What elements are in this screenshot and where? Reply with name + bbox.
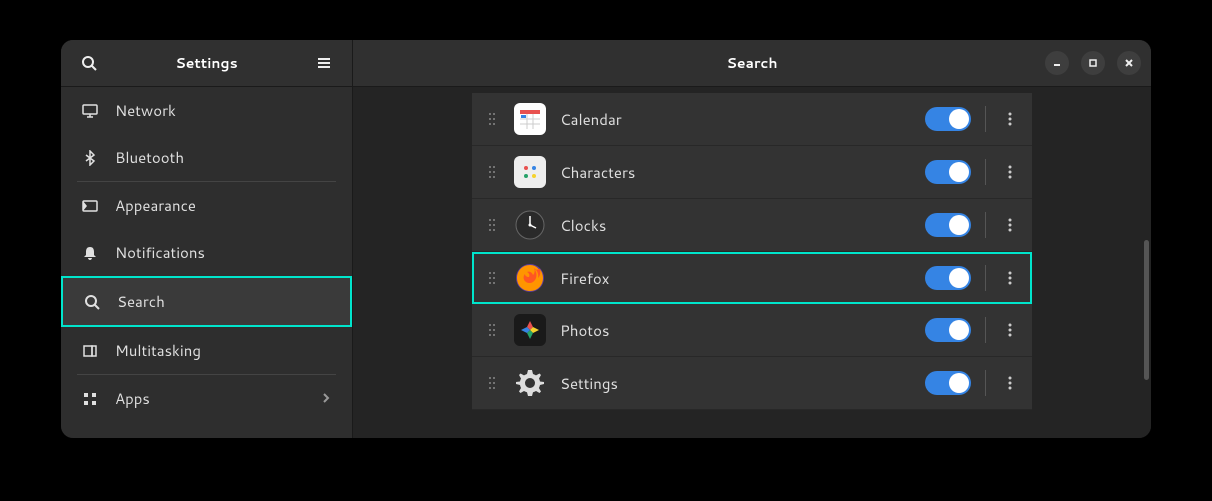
sidebar-item-label: Bluetooth [115, 147, 184, 168]
search-provider-row-settings: Settings [472, 357, 1032, 410]
kebab-icon [1008, 270, 1012, 286]
appearance-icon [81, 197, 99, 215]
drag-handle-icon[interactable] [484, 217, 500, 233]
kebab-icon [1008, 375, 1012, 391]
sidebar-item-label: Notifications [115, 242, 205, 263]
kebab-icon [1008, 164, 1012, 180]
photos-app-icon [514, 314, 546, 346]
toggle-switch[interactable] [925, 107, 971, 131]
calendar-app-icon [514, 103, 546, 135]
search-provider-row-characters: Characters [472, 146, 1032, 199]
kebab-icon [1008, 217, 1012, 233]
search-icon [81, 55, 97, 71]
kebab-icon [1008, 111, 1012, 127]
divider [985, 370, 986, 396]
drag-handle-icon[interactable] [484, 164, 500, 180]
sidebar-header: Settings [61, 40, 352, 87]
toggle-switch[interactable] [925, 213, 971, 237]
display-icon [81, 102, 99, 120]
more-options-button[interactable] [1000, 270, 1020, 286]
window-controls [1045, 51, 1141, 75]
minimize-icon [1052, 58, 1062, 68]
sidebar-item-label: Apps [115, 388, 150, 409]
maximize-button[interactable] [1081, 51, 1105, 75]
settings-app-icon [514, 367, 546, 399]
sidebar-item-apps[interactable]: Apps [61, 375, 352, 422]
divider [985, 212, 986, 238]
bluetooth-icon [81, 149, 99, 167]
scrollbar[interactable] [1144, 240, 1149, 380]
kebab-icon [1008, 322, 1012, 338]
multitask-icon [81, 342, 99, 360]
sidebar-list: Network Bluetooth Appearance [61, 87, 352, 438]
divider [985, 159, 986, 185]
drag-handle-icon[interactable] [484, 322, 500, 338]
search-icon [83, 293, 101, 311]
firefox-app-icon [514, 262, 546, 294]
close-button[interactable] [1117, 51, 1141, 75]
bell-icon [81, 244, 99, 262]
sidebar: Settings Network Bluetooth [61, 40, 353, 438]
toggle-switch[interactable] [925, 266, 971, 290]
hamburger-icon [316, 55, 332, 71]
search-providers-list: Calendar Characters [472, 93, 1032, 438]
more-options-button[interactable] [1000, 111, 1020, 127]
drag-handle-icon[interactable] [484, 111, 500, 127]
sidebar-item-network[interactable]: Network [61, 87, 352, 134]
minimize-button[interactable] [1045, 51, 1069, 75]
divider [985, 317, 986, 343]
toggle-switch[interactable] [925, 318, 971, 342]
app-label: Photos [560, 320, 911, 341]
toggle-switch[interactable] [925, 160, 971, 184]
sidebar-item-multitasking[interactable]: Multitasking [61, 327, 352, 374]
divider [985, 265, 986, 291]
sidebar-item-label: Appearance [115, 195, 196, 216]
main-header: Search [353, 40, 1151, 87]
sidebar-item-search[interactable]: Search [61, 276, 352, 327]
more-options-button[interactable] [1000, 322, 1020, 338]
sidebar-item-notifications[interactable]: Notifications [61, 229, 352, 276]
sidebar-item-label: Network [115, 100, 176, 121]
more-options-button[interactable] [1000, 375, 1020, 391]
close-icon [1124, 58, 1134, 68]
divider [985, 106, 986, 132]
search-provider-row-photos: Photos [472, 304, 1032, 357]
app-label: Characters [560, 162, 911, 183]
sidebar-item-label: Search [117, 291, 165, 312]
app-label: Clocks [560, 215, 911, 236]
sidebar-title: Settings [105, 53, 308, 73]
maximize-icon [1088, 58, 1098, 68]
main-panel: Search [353, 40, 1151, 438]
search-providers-container: Calendar Characters [353, 87, 1151, 438]
hamburger-menu-button[interactable] [308, 47, 340, 79]
more-options-button[interactable] [1000, 217, 1020, 233]
toggle-switch[interactable] [925, 371, 971, 395]
app-label: Firefox [560, 268, 911, 289]
chevron-right-icon [320, 388, 332, 409]
drag-handle-icon[interactable] [484, 270, 500, 286]
search-provider-row-firefox: Firefox [472, 252, 1032, 304]
sidebar-item-bluetooth[interactable]: Bluetooth [61, 134, 352, 181]
sidebar-search-button[interactable] [73, 47, 105, 79]
app-label: Settings [560, 373, 911, 394]
drag-handle-icon[interactable] [484, 375, 500, 391]
app-label: Calendar [560, 109, 911, 130]
apps-grid-icon [81, 390, 99, 408]
page-title: Search [726, 53, 777, 73]
characters-app-icon [514, 156, 546, 188]
sidebar-item-label: Multitasking [115, 340, 201, 361]
more-options-button[interactable] [1000, 164, 1020, 180]
search-provider-row-clocks: Clocks [472, 199, 1032, 252]
search-provider-row-calendar: Calendar [472, 93, 1032, 146]
sidebar-item-appearance[interactable]: Appearance [61, 182, 352, 229]
clocks-app-icon [514, 209, 546, 241]
settings-window: Settings Network Bluetooth [61, 40, 1151, 438]
